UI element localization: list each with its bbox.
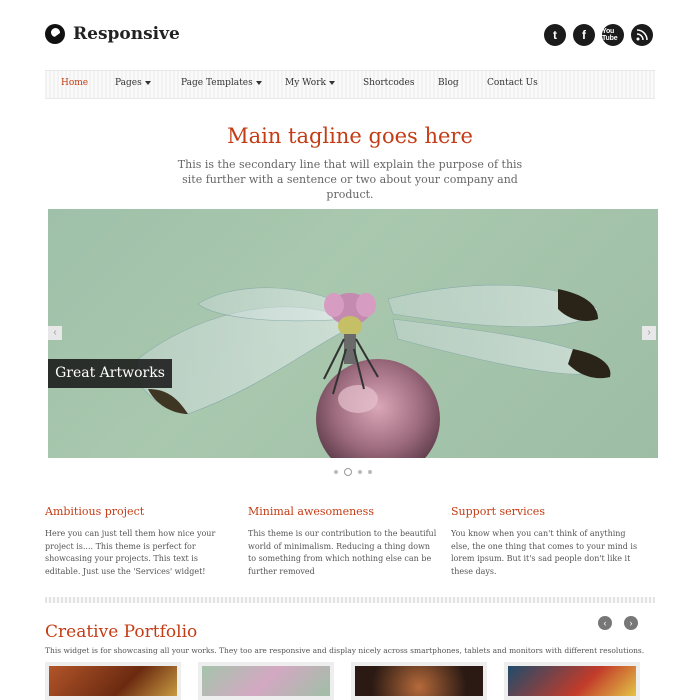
- portfolio-description: This widget is for showcasing all your w…: [45, 646, 645, 655]
- rss-icon[interactable]: [631, 24, 653, 46]
- nav-page-templates-label: Page Templates: [181, 78, 253, 88]
- portfolio-thumbnail[interactable]: [45, 662, 181, 700]
- slider-prev-button[interactable]: ‹: [48, 326, 62, 340]
- secondary-line: This is the secondary line that will exp…: [177, 158, 523, 201]
- nav-home[interactable]: Home: [61, 78, 88, 88]
- thumbnail-image: [508, 666, 636, 696]
- site-title: Responsive: [73, 24, 180, 44]
- dragonfly-image: [135, 284, 611, 458]
- slider-dot[interactable]: [358, 470, 362, 474]
- feature-title: Ambitious project: [45, 505, 145, 518]
- nav-blog[interactable]: Blog: [438, 78, 459, 88]
- feature-body: This theme is our contribution to the be…: [248, 529, 437, 576]
- rss-glyph: [636, 29, 648, 41]
- thumbnail-image: [49, 666, 177, 696]
- site-logo[interactable]: Responsive: [45, 24, 180, 44]
- portfolio-thumbnail[interactable]: [198, 662, 334, 700]
- portfolio-thumbnail[interactable]: [504, 662, 640, 700]
- feature-column: Support services You know when you can't…: [451, 505, 641, 578]
- nav-my-work[interactable]: My Work: [285, 78, 335, 88]
- section-divider: [45, 597, 655, 603]
- main-nav: Home Pages Page Templates My Work Shortc…: [45, 70, 655, 99]
- site-header: Responsive t f You Tube: [0, 0, 700, 70]
- slider-dot[interactable]: [334, 470, 338, 474]
- feature-title: Minimal awesomeness: [248, 505, 374, 518]
- twitter-icon[interactable]: t: [544, 24, 566, 46]
- nav-pages[interactable]: Pages: [115, 78, 151, 88]
- portfolio-thumbnail[interactable]: [351, 662, 487, 700]
- main-tagline: Main tagline goes here: [227, 124, 473, 148]
- nav-my-work-label: My Work: [285, 78, 326, 88]
- facebook-icon[interactable]: f: [573, 24, 595, 46]
- slider-dot-active[interactable]: [344, 468, 352, 476]
- slider-next-button[interactable]: ›: [642, 326, 656, 340]
- portfolio-next-button[interactable]: ›: [624, 616, 638, 630]
- feature-column: Ambitious project Here you can just tell…: [45, 505, 235, 578]
- nav-contact[interactable]: Contact Us: [487, 78, 538, 88]
- portfolio-title: Creative Portfolio: [45, 622, 198, 642]
- chevron-down-icon: [328, 80, 335, 85]
- portfolio-prev-button[interactable]: ‹: [598, 616, 612, 630]
- slide-caption: Great Artworks: [48, 359, 172, 388]
- nav-pages-label: Pages: [115, 78, 142, 88]
- slider-pagination: [334, 468, 372, 476]
- feature-title: Support services: [451, 505, 545, 518]
- image-slider[interactable]: [48, 209, 658, 458]
- chevron-down-icon: [255, 80, 262, 85]
- social-icons: t f You Tube: [544, 24, 653, 46]
- youtube-icon[interactable]: You Tube: [602, 24, 624, 46]
- logo-icon: [45, 24, 65, 44]
- slider-dot[interactable]: [368, 470, 372, 474]
- chevron-down-icon: [144, 80, 151, 85]
- thumbnail-image: [202, 666, 330, 696]
- thumbnail-image: [355, 666, 483, 696]
- feature-body: You know when you can't think of anythin…: [451, 529, 638, 576]
- nav-shortcodes[interactable]: Shortcodes: [363, 78, 414, 88]
- feature-body: Here you can just tell them how nice you…: [45, 529, 216, 576]
- nav-page-templates[interactable]: Page Templates: [181, 78, 262, 88]
- feature-column: Minimal awesomeness This theme is our co…: [248, 505, 438, 578]
